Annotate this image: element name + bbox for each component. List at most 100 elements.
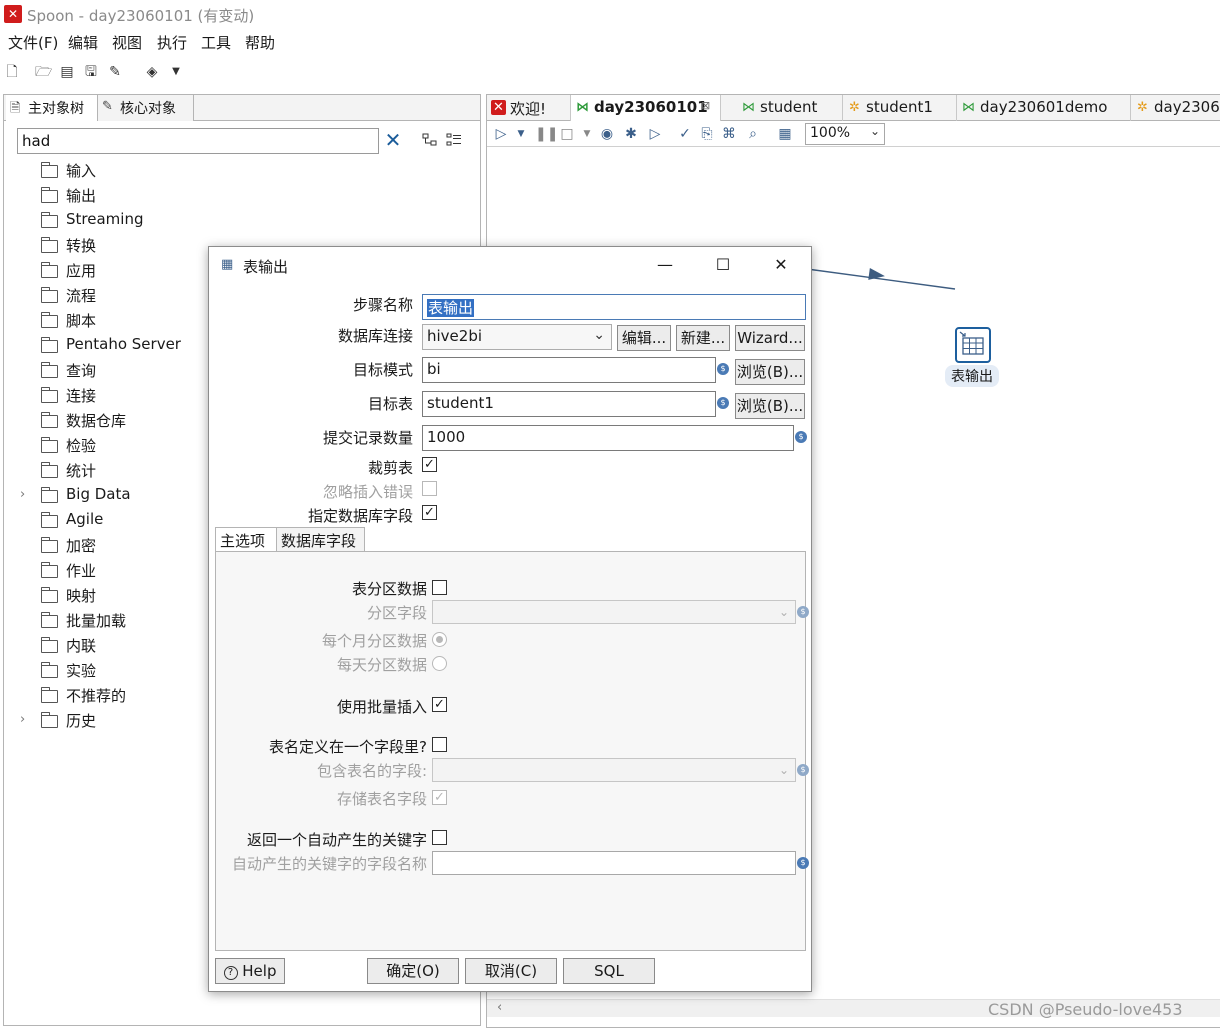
tab-day23060101[interactable]: ⋈ day23060101 ⊠ [571,95,721,121]
target-table-input[interactable]: student1 [422,391,716,417]
scroll-left-icon[interactable]: ‹ [497,1000,502,1015]
option-tabs: 主选项 数据库字段 [215,527,806,551]
minimize-button[interactable]: — [645,253,685,277]
impact-icon[interactable]: ⎘ [699,126,715,142]
help-label: Help [242,962,277,980]
generate-sql-icon[interactable]: ⌘ [721,126,737,142]
tablename-in-field-checkbox[interactable] [432,737,447,752]
close-tab-icon[interactable]: ⊠ [701,99,710,112]
run-options-dropdown-icon[interactable]: ▼ [513,126,529,142]
tablename-field-select[interactable]: ⌄ [432,758,796,782]
pause-icon[interactable]: ❚❚ [535,126,558,142]
tree-item[interactable]: 输入 [20,159,480,183]
batch-insert-checkbox[interactable]: ✓ [432,697,447,712]
menu-help[interactable]: 帮助 [245,32,275,53]
save-as-icon[interactable]: ✎ [107,64,123,80]
browse-table-button[interactable]: 浏览(B)... [735,393,805,419]
zoom-select[interactable]: 100% ⌄ [805,123,885,145]
expand-all-icon[interactable] [422,132,440,150]
watermark: CSDN @Pseudo-love453 [988,1000,1183,1019]
tab-main-object-tree[interactable]: 🗎 主对象树 [6,95,98,121]
left-panel-tabs: 🗎 主对象树 ✎ 核心对象 [4,95,480,121]
verify-icon[interactable]: ✓ [677,126,693,142]
key-field-input[interactable] [432,851,796,875]
tree-item[interactable]: 输出 [20,184,480,208]
db-connection-select[interactable]: hive2bi ⌄ [422,324,612,350]
truncate-checkbox[interactable]: ✓ [422,457,437,472]
step-name-input[interactable]: 表输出 [422,294,806,320]
folder-icon [40,512,58,528]
wizard-button[interactable]: Wizard... [735,325,805,351]
variable-icon: $ [797,764,809,776]
new-connection-button[interactable]: 新建... [676,325,730,351]
dialog-title: 表输出 [243,258,289,276]
tab-day230601demo[interactable]: ⋈ day230601demo [957,95,1131,121]
perspective-layers-icon[interactable]: ◈ [144,64,160,80]
table-output-icon [959,331,984,355]
tab-database-fields[interactable]: 数据库字段 [277,527,365,551]
menu-edit[interactable]: 编辑 [68,32,98,53]
store-tablename-checkbox[interactable]: ✓ [432,790,447,805]
menu-tools[interactable]: 工具 [201,32,231,53]
tab-student1[interactable]: ✲ student1 [843,95,957,121]
menu-file[interactable]: 文件(F) [8,32,58,53]
collapse-all-icon[interactable] [446,132,464,150]
debug-icon[interactable]: ✱ [623,126,639,142]
hop-line[interactable] [807,261,967,301]
ignore-errors-checkbox[interactable] [422,481,437,496]
tree-item-label: 批量加载 [66,612,127,630]
chevron-right-icon[interactable]: › [20,712,32,727]
clear-search-icon[interactable]: ✕ [382,127,404,153]
close-button[interactable]: ✕ [761,253,801,277]
specify-fields-checkbox[interactable]: ✓ [422,505,437,520]
tab-core-objects[interactable]: ✎ 核心对象 [98,95,194,121]
replay-icon[interactable]: ▷ [647,126,663,142]
monthly-partition-radio[interactable] [432,632,447,647]
edit-connection-button[interactable]: 编辑... [617,325,671,351]
partition-checkbox[interactable] [432,580,447,595]
stop-icon[interactable]: □ [559,126,575,142]
stop-dropdown-icon[interactable]: ▼ [579,126,595,142]
open-file-icon[interactable]: 🗁 [35,64,52,80]
perspective-dropdown-icon[interactable]: ▼ [168,64,184,80]
chevron-right-icon[interactable]: › [20,487,32,502]
commit-size-input[interactable]: 1000 [422,425,794,451]
folder-icon [40,662,58,678]
menu-run[interactable]: 执行 [157,32,187,53]
welcome-icon: ✕ [491,100,506,115]
new-file-icon[interactable]: 🗋 [4,64,20,80]
cancel-button[interactable]: 取消(C) [465,958,557,984]
run-icon[interactable]: ▷ [493,126,509,142]
title-bar: ✕ Spoon - day23060101 (有变动) [0,0,1220,30]
tab-student[interactable]: ⋈ student [737,95,843,121]
browse-schema-button[interactable]: 浏览(B)... [735,359,805,385]
return-key-label: 返回一个自动产生的关键字 [246,831,427,849]
maximize-button[interactable]: ☐ [703,253,743,277]
transformation-icon: ⋈ [962,100,975,115]
explore-repository-icon[interactable]: ▤ [59,64,75,80]
chevron-down-icon: ⌄ [593,327,605,343]
daily-partition-radio[interactable] [432,656,447,671]
explore-db-icon[interactable]: ⌕ [745,126,761,142]
partition-field-select[interactable]: ⌄ [432,600,796,624]
show-results-icon[interactable]: ▦ [777,126,793,142]
help-button[interactable]: ? Help [215,958,285,984]
tree-item[interactable]: Streaming [20,209,480,233]
ok-button[interactable]: 确定(O) [367,958,459,984]
preview-icon[interactable]: ◉ [599,126,615,142]
table-output-step[interactable] [955,327,991,363]
tab-welcome[interactable]: ✕ 欢迎! [487,95,571,121]
return-key-checkbox[interactable] [432,830,447,845]
folder-icon [40,237,58,253]
folder-icon [40,637,58,653]
tree-item-label: 流程 [66,287,97,305]
target-schema-input[interactable]: bi [422,357,716,383]
tab-day23060[interactable]: ✲ day23060 [1131,95,1220,121]
search-input[interactable] [17,128,379,154]
sql-button[interactable]: SQL [563,958,655,984]
tab-main-options[interactable]: 主选项 [215,527,277,551]
hop-arrow[interactable] [807,149,987,269]
save-icon[interactable]: 🖫 [83,64,99,80]
menu-view[interactable]: 视图 [112,32,142,53]
key-field-label: 自动产生的关键字的字段名称 [231,855,427,873]
